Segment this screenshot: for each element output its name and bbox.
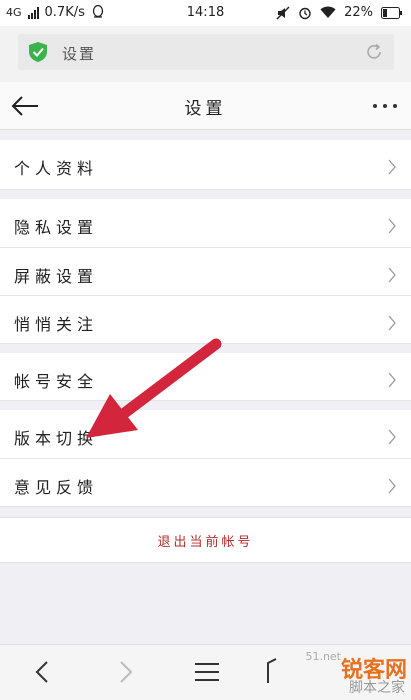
more-options-icon[interactable] xyxy=(373,104,397,108)
status-right: 22% xyxy=(276,5,403,20)
page-header: 设置 xyxy=(0,82,411,130)
menu-item-privacy[interactable]: 隐私设置 xyxy=(0,199,411,248)
alarm-icon xyxy=(299,7,311,19)
menu-label: 意见反馈 xyxy=(14,478,99,497)
chevron-right-icon xyxy=(388,315,396,331)
logout-label: 退出当前帐号 xyxy=(157,535,254,550)
menu-label: 个人资料 xyxy=(14,159,99,178)
status-bar: 4G 0.7K/s 14:18 22% xyxy=(0,0,411,26)
menu-item-feedback[interactable]: 意见反馈 xyxy=(0,459,411,507)
menu-item-profile[interactable]: 个人资料 xyxy=(0,140,411,190)
battery-icon xyxy=(381,6,402,19)
menu-label: 悄悄关注 xyxy=(14,315,99,334)
refresh-icon[interactable] xyxy=(364,42,384,62)
wifi-icon xyxy=(320,6,336,18)
chevron-right-icon xyxy=(388,218,396,234)
watermark-url: 51.net xyxy=(305,650,341,663)
annotation-arrow-icon xyxy=(86,338,222,438)
mute-icon xyxy=(276,6,290,19)
battery-percent: 22% xyxy=(344,5,373,20)
chevron-right-icon xyxy=(388,478,396,494)
address-text: 设置 xyxy=(62,45,97,63)
chevron-right-icon xyxy=(388,429,396,445)
chevron-right-icon xyxy=(388,267,396,283)
menu-icon[interactable] xyxy=(192,657,222,687)
nav-forward-icon[interactable] xyxy=(110,657,140,687)
home-icon[interactable] xyxy=(262,657,292,687)
menu-item-follow[interactable]: 悄悄关注 xyxy=(0,296,411,344)
logout-button[interactable]: 退出当前帐号 xyxy=(0,517,411,563)
menu-label: 屏蔽设置 xyxy=(14,267,99,286)
watermark-sub: 脚本之家 xyxy=(349,680,405,696)
nav-back-icon[interactable] xyxy=(28,657,58,687)
chevron-right-icon xyxy=(388,372,396,388)
shield-icon xyxy=(29,42,47,62)
address-bar[interactable]: 设置 xyxy=(18,34,394,70)
browser-address-area: 设置 xyxy=(0,26,411,82)
menu-item-block[interactable]: 屏蔽设置 xyxy=(0,248,411,296)
chevron-right-icon xyxy=(388,159,396,175)
page-title: 设置 xyxy=(184,99,227,119)
menu-label: 隐私设置 xyxy=(14,218,99,237)
